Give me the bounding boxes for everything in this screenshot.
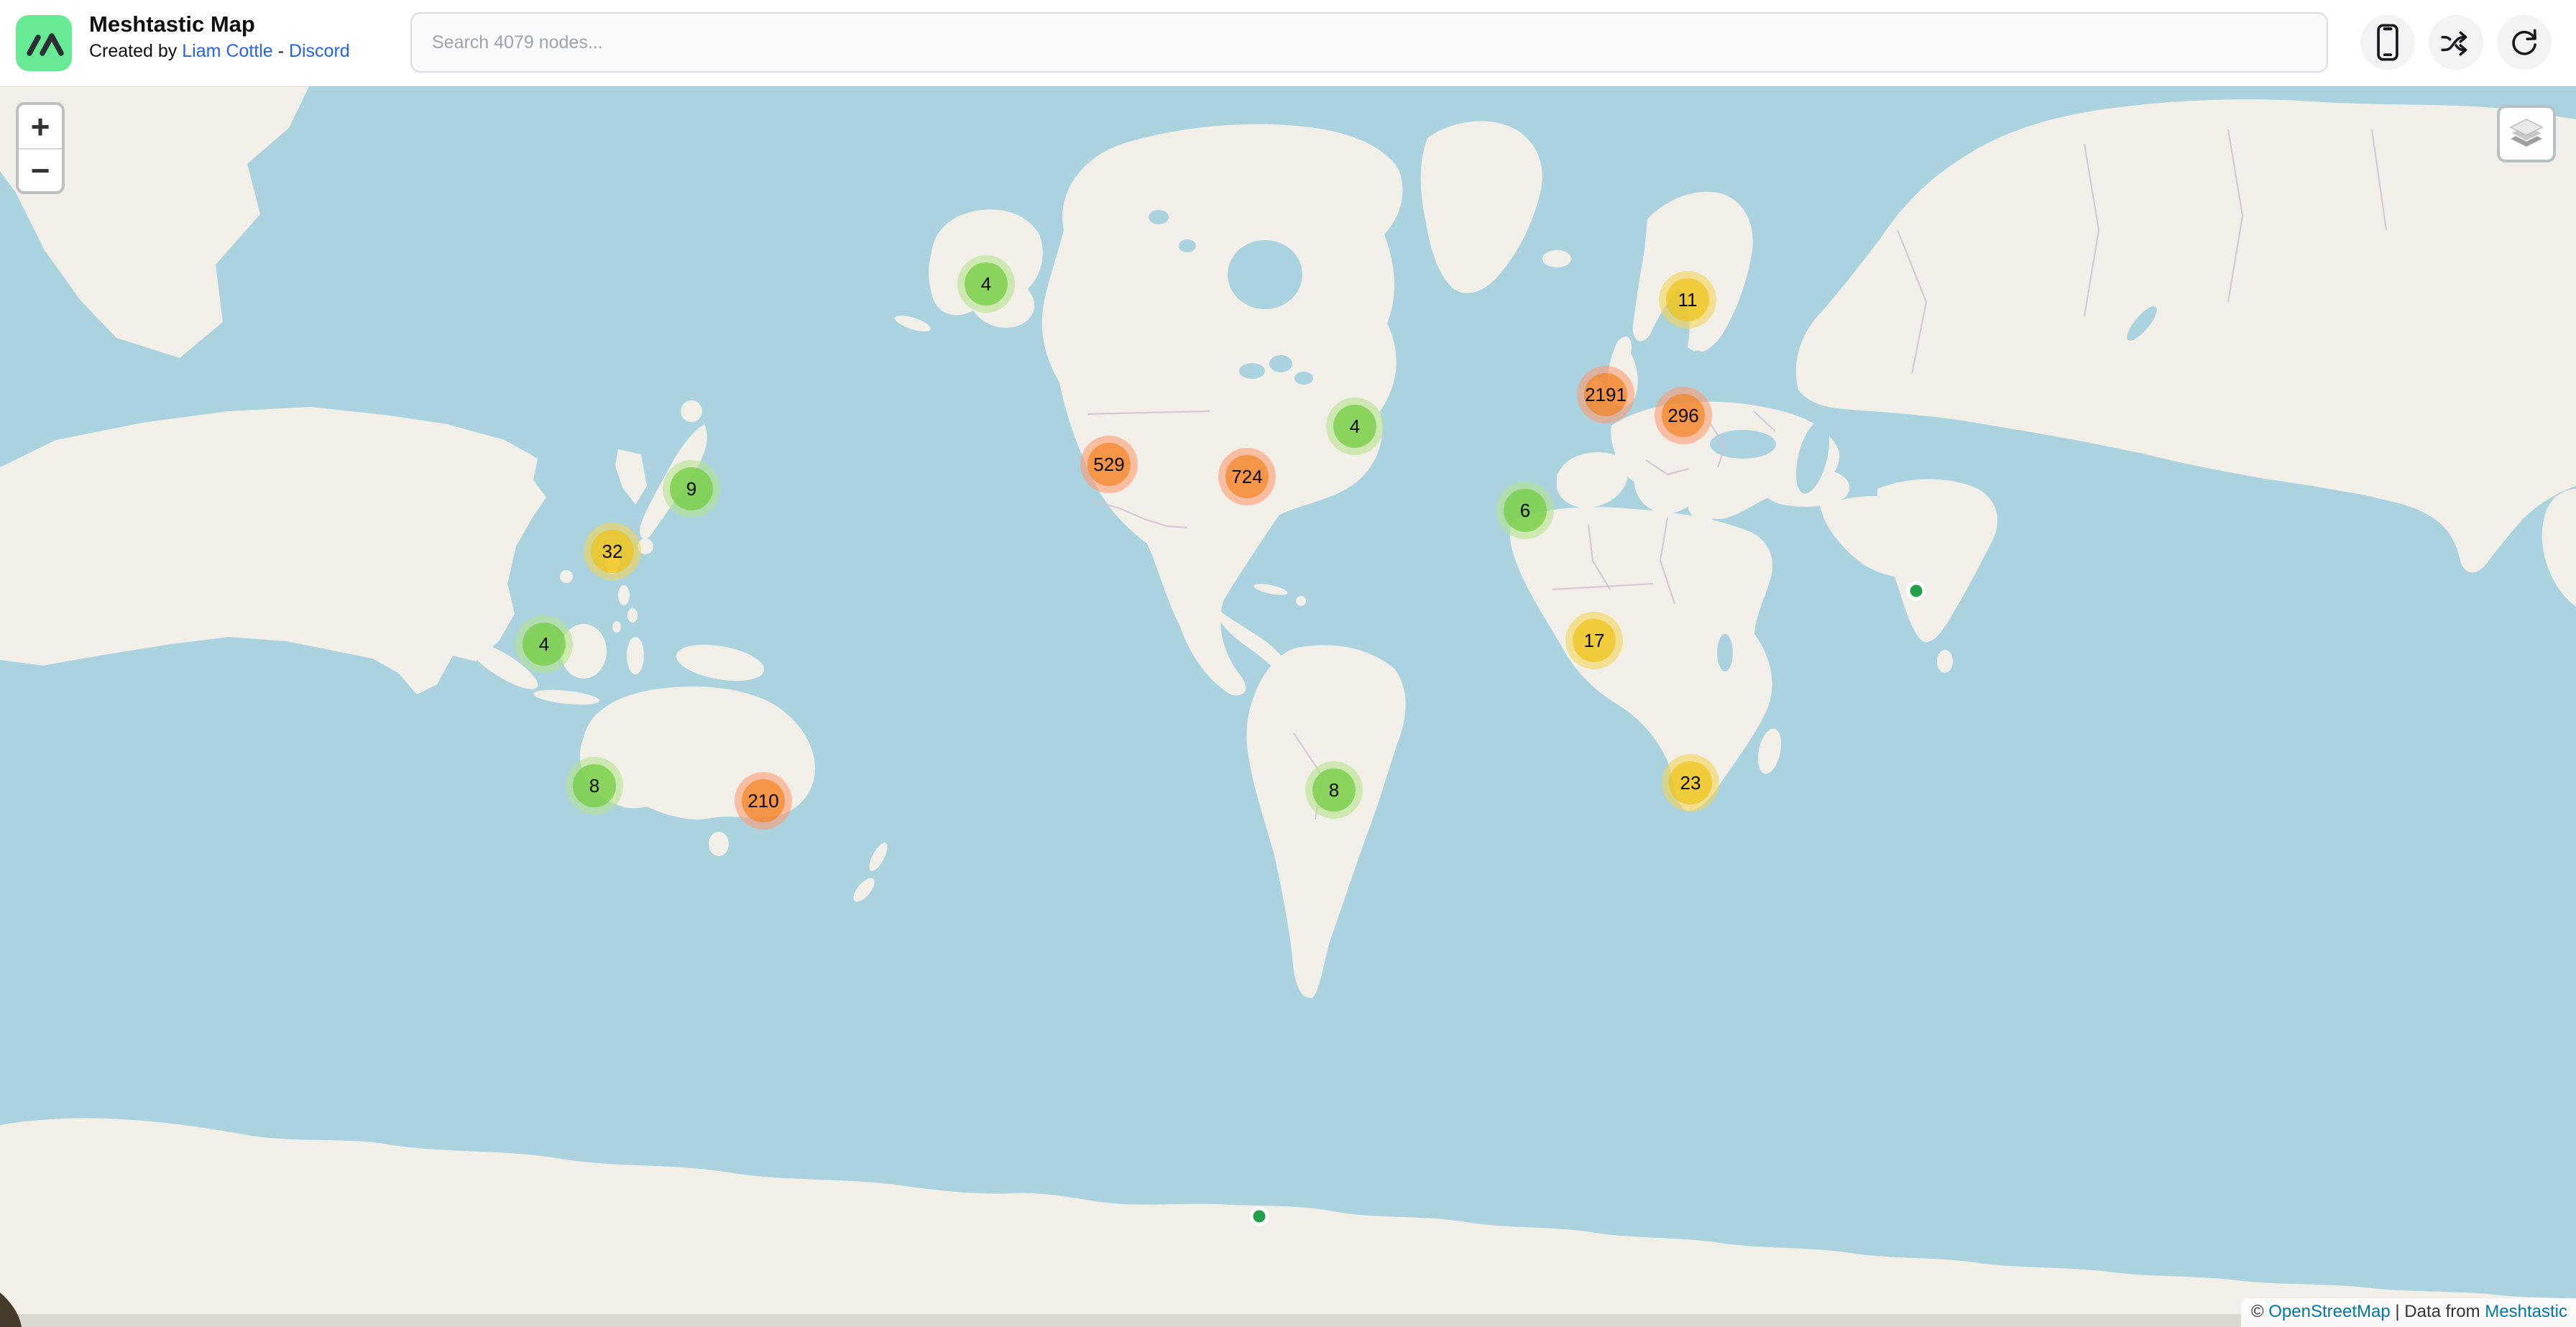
header: Meshtastic Map Created by Liam Cottle - … bbox=[0, 0, 2576, 86]
osm-link[interactable]: OpenStreetMap bbox=[2268, 1302, 2390, 1321]
mobile-app-button[interactable] bbox=[2360, 15, 2415, 70]
cluster-count: 8 bbox=[573, 764, 616, 807]
cluster-count: 4 bbox=[1333, 405, 1376, 448]
cluster-marker[interactable]: 296 bbox=[1655, 387, 1712, 444]
cluster-marker[interactable]: 17 bbox=[1565, 612, 1623, 669]
node-marker[interactable] bbox=[1250, 1207, 1269, 1226]
cluster-count: 32 bbox=[591, 530, 634, 573]
cluster-count: 4 bbox=[523, 623, 566, 666]
cluster-count: 17 bbox=[1573, 619, 1616, 662]
cluster-count: 529 bbox=[1087, 443, 1131, 486]
refresh-button[interactable] bbox=[2497, 15, 2552, 70]
cluster-count: 9 bbox=[670, 467, 713, 510]
layers-icon bbox=[2506, 115, 2547, 152]
cluster-count: 2191 bbox=[1584, 373, 1627, 416]
cluster-marker[interactable]: 4 bbox=[957, 255, 1015, 313]
cluster-marker[interactable]: 32 bbox=[584, 523, 641, 580]
cluster-marker[interactable]: 2191 bbox=[1577, 366, 1634, 423]
random-node-button[interactable] bbox=[2429, 15, 2483, 70]
byline-prefix: Created by bbox=[89, 41, 177, 61]
cluster-count: 11 bbox=[1666, 278, 1709, 321]
smartphone-icon bbox=[2372, 22, 2404, 63]
cluster-marker[interactable]: 6 bbox=[1496, 482, 1554, 539]
zoom-out-button[interactable]: − bbox=[19, 148, 62, 191]
meshtastic-logo bbox=[16, 15, 72, 71]
search-input[interactable] bbox=[410, 12, 2328, 73]
byline: Created by Liam Cottle - Discord bbox=[89, 41, 350, 62]
page-title: Meshtastic Map bbox=[89, 11, 350, 37]
attribution: © OpenStreetMap | Data from Meshtastic bbox=[2241, 1298, 2576, 1327]
cluster-marker[interactable]: 4 bbox=[515, 615, 573, 673]
map[interactable]: 4 11 2191 296 4 529 724 9 6 32 17 4 23 8 8 210 + − © Op… bbox=[0, 86, 2576, 1327]
cluster-marker[interactable]: 8 bbox=[566, 757, 623, 814]
author-link[interactable]: Liam Cottle bbox=[182, 41, 272, 61]
zoom-in-button[interactable]: + bbox=[19, 105, 62, 148]
world-map-svg bbox=[0, 86, 2576, 1327]
zoom-control: + − bbox=[16, 102, 65, 194]
refresh-icon bbox=[2508, 26, 2541, 59]
cluster-marker[interactable]: 11 bbox=[1659, 271, 1716, 329]
shuffle-icon bbox=[2439, 27, 2472, 58]
cluster-count: 210 bbox=[742, 779, 785, 822]
meshtastic-link[interactable]: Meshtastic bbox=[2485, 1302, 2567, 1321]
cluster-marker[interactable]: 4 bbox=[1326, 398, 1384, 455]
cluster-marker[interactable]: 724 bbox=[1218, 448, 1276, 505]
discord-link[interactable]: Discord bbox=[289, 41, 350, 61]
cluster-count: 8 bbox=[1312, 768, 1356, 812]
cluster-marker[interactable]: 210 bbox=[735, 772, 792, 830]
cluster-count: 4 bbox=[965, 262, 1008, 306]
byline-separator: - bbox=[278, 41, 284, 61]
cluster-count: 724 bbox=[1225, 455, 1269, 498]
cluster-count: 6 bbox=[1504, 489, 1547, 532]
cluster-marker[interactable]: 529 bbox=[1080, 436, 1138, 493]
cluster-marker[interactable]: 23 bbox=[1662, 754, 1719, 812]
attribution-separator: | Data from bbox=[2395, 1302, 2480, 1321]
layers-button[interactable] bbox=[2497, 105, 2556, 162]
node-marker[interactable] bbox=[1907, 582, 1926, 601]
cluster-marker[interactable]: 8 bbox=[1305, 761, 1363, 819]
copyright-symbol: © bbox=[2251, 1302, 2264, 1321]
cluster-count: 296 bbox=[1662, 394, 1705, 437]
meshtastic-logo-icon bbox=[16, 15, 72, 71]
cluster-marker[interactable]: 9 bbox=[663, 460, 720, 518]
cluster-count: 23 bbox=[1669, 761, 1712, 804]
